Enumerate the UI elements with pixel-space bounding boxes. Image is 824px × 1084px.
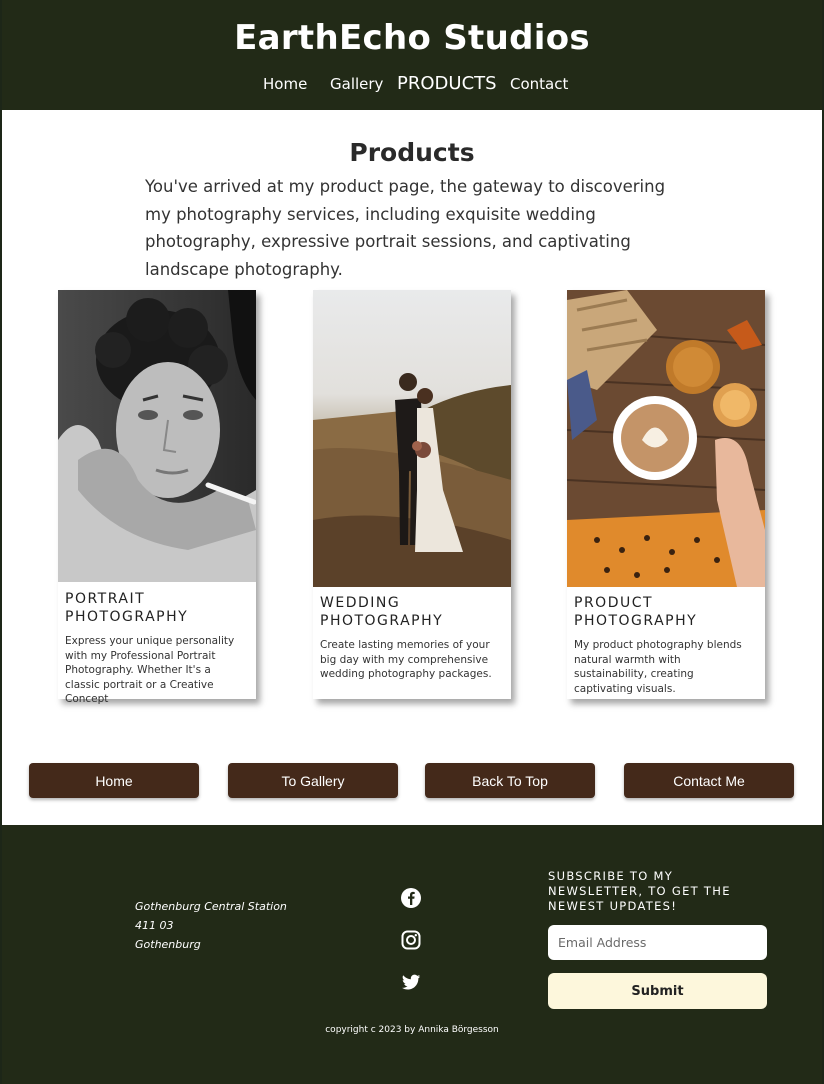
site-header: EarthEcho Studios Home Gallery PRODUCTS … — [0, 0, 824, 110]
card-title-line1: PRODUCT — [574, 595, 654, 611]
facebook-icon[interactable] — [400, 887, 422, 909]
site-footer: Gothenburg Central Station 411 03 Gothen… — [0, 825, 824, 1084]
card-text-portrait: Express your unique personality with my … — [65, 635, 235, 705]
page-title: Products — [349, 138, 475, 167]
copyright-text: copyright c 2023 by Annika Börgesson — [325, 1025, 499, 1035]
nav-gallery-link[interactable]: Gallery — [330, 75, 383, 93]
card-text-product: My product photography blends natural wa… — [574, 639, 742, 695]
contact-me-button[interactable]: Contact Me — [624, 763, 794, 798]
card-title-line2: PHOTOGRAPHY — [320, 613, 444, 629]
address-line-postcode: 411 03 — [135, 919, 174, 932]
wedding-photo — [313, 290, 511, 587]
instagram-icon[interactable] — [400, 929, 422, 951]
portrait-photo — [58, 290, 256, 582]
intro-text: You've arrived at my product page, the g… — [145, 177, 666, 279]
card-title-line1: PORTRAIT — [65, 591, 146, 607]
nav-products-link[interactable]: PRODUCTS — [397, 73, 497, 94]
product-card-portrait: PORTRAIT PHOTOGRAPHY Express your unique… — [58, 290, 256, 705]
address-line-city: Gothenburg — [135, 938, 201, 951]
product-photo — [567, 290, 765, 587]
address-line-station: Gothenburg Central Station — [135, 900, 287, 913]
newsletter-title: SUBSCRIBE TO MY NEWSLETTER, TO GET THE N… — [548, 869, 731, 913]
nav-contact-link[interactable]: Contact — [510, 75, 568, 93]
email-input[interactable] — [548, 925, 767, 960]
card-title-portrait: PORTRAIT PHOTOGRAPHY — [65, 590, 251, 626]
product-card-product: PRODUCT PHOTOGRAPHY My product photograp… — [567, 290, 765, 699]
card-title-product: PRODUCT PHOTOGRAPHY — [574, 594, 760, 630]
nav-home-link[interactable]: Home — [263, 75, 307, 93]
card-title-line1: WEDDING — [320, 595, 401, 611]
submit-button[interactable]: Submit — [548, 973, 767, 1009]
card-text-wedding: Create lasting memories of your big day … — [320, 639, 492, 680]
card-title-line2: PHOTOGRAPHY — [65, 609, 189, 625]
twitter-icon[interactable] — [400, 971, 422, 993]
card-title-line2: PHOTOGRAPHY — [574, 613, 698, 629]
brand-title: EarthEcho Studios — [234, 18, 590, 58]
footer-address: Gothenburg Central Station 411 03 Gothen… — [135, 897, 287, 954]
home-button[interactable]: Home — [29, 763, 199, 798]
to-gallery-button[interactable]: To Gallery — [228, 763, 398, 798]
card-title-wedding: WEDDING PHOTOGRAPHY — [320, 594, 506, 630]
product-card-wedding: WEDDING PHOTOGRAPHY Create lasting memor… — [313, 290, 511, 699]
back-to-top-button[interactable]: Back To Top — [425, 763, 595, 798]
